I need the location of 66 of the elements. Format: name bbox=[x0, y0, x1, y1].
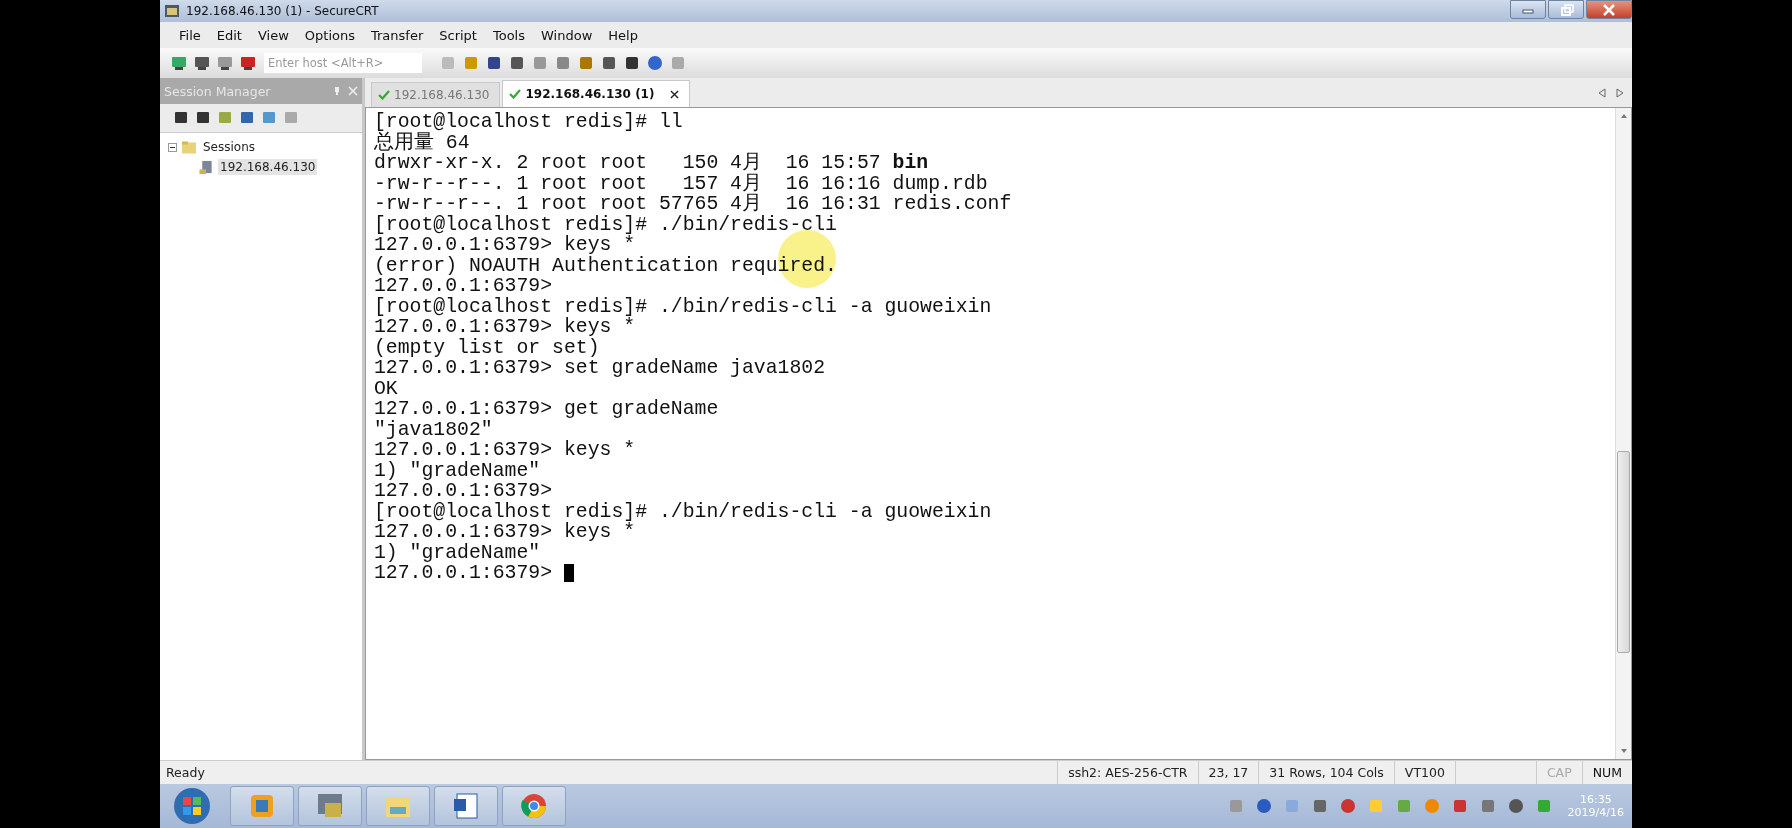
browser-icon bbox=[519, 791, 549, 821]
menu-item[interactable]: Edit bbox=[209, 25, 249, 45]
terminal-line: 127.0.0.1:6379> bbox=[374, 276, 553, 297]
taskbar-app-button[interactable] bbox=[502, 786, 566, 826]
check-icon bbox=[509, 89, 522, 99]
menu-item[interactable]: Transfer bbox=[364, 25, 431, 45]
text-cursor bbox=[563, 564, 574, 583]
menu-item[interactable]: File bbox=[172, 25, 208, 45]
taskbar-app-button[interactable] bbox=[230, 786, 294, 826]
session-tab[interactable]: 192.168.46.130 (1) bbox=[502, 80, 691, 107]
terminal[interactable] bbox=[366, 108, 1615, 759]
menu-item[interactable]: Tools bbox=[486, 25, 532, 45]
terminal-line: 1) "gradeName" bbox=[374, 460, 541, 481]
terminal-line: "java1802" bbox=[374, 419, 493, 440]
close-button[interactable] bbox=[1586, 0, 1632, 19]
scroll-thumb[interactable] bbox=[1617, 451, 1630, 653]
terminal-line: 127.0.0.1:6379> bbox=[374, 481, 553, 502]
tree-item[interactable]: Sessions bbox=[201, 139, 258, 155]
minimize-button[interactable] bbox=[1510, 0, 1546, 19]
tab-label: 192.168.46.130 (1) bbox=[525, 87, 655, 101]
terminal-line: [root@localhost redis]# ./bin/redis-cli bbox=[374, 214, 837, 235]
check-icon bbox=[378, 90, 390, 100]
terminal-line: drwxr-xr-x. 2 root root 150 4月 16 15:57 bin bbox=[374, 153, 929, 174]
panel-title: Session Manager bbox=[164, 83, 272, 99]
clock-time: 16:35 bbox=[1579, 793, 1612, 806]
menu-item[interactable]: Window bbox=[534, 25, 600, 45]
menu-item[interactable]: View bbox=[250, 25, 296, 45]
terminal-line: 127.0.0.1:6379> keys * bbox=[374, 235, 636, 256]
collapse-icon[interactable] bbox=[168, 142, 177, 152]
scrollbar[interactable] bbox=[1615, 108, 1631, 759]
clock-date: 2019/4/16 bbox=[1567, 806, 1624, 819]
tab-label: 192.168.46.130 bbox=[394, 88, 490, 102]
terminal-line: [root@localhost redis]# ll bbox=[374, 112, 683, 133]
taskbar-app-button[interactable] bbox=[298, 786, 362, 826]
terminal-line: (empty list or set) bbox=[374, 337, 600, 358]
terminal-line: [root@localhost redis]# ./bin/redis-cli -a guoweixin bbox=[374, 501, 992, 522]
up-arrow-icon[interactable] bbox=[1619, 113, 1628, 119]
menu-item[interactable]: Options bbox=[297, 25, 362, 45]
status-message: Ready bbox=[165, 765, 206, 780]
terminal-icon bbox=[164, 3, 180, 19]
down-arrow-icon[interactable] bbox=[1619, 748, 1628, 754]
terminal-line: 127.0.0.1:6379> keys * bbox=[374, 522, 636, 543]
left-arrow-icon[interactable] bbox=[1598, 87, 1606, 98]
start-button[interactable] bbox=[172, 786, 212, 826]
terminal-line: (error) NOAUTH Authentication required. bbox=[374, 255, 837, 276]
terminal-line: 127.0.0.1:6379> set gradeName java1802 bbox=[374, 358, 826, 379]
terminal-line: 总用量 64 bbox=[374, 132, 470, 153]
terminal-line: OK bbox=[374, 378, 398, 399]
terminal-line: 127.0.0.1:6379> get gradeName bbox=[374, 399, 719, 420]
terminal-line: -rw-r--r--. 1 root root 157 4月 16 16:16 dump.rdb bbox=[374, 173, 988, 194]
window-title: 192.168.46.130 (1) - SecureCRT bbox=[186, 4, 380, 18]
host-field[interactable]: Enter host <Alt+R> bbox=[264, 53, 422, 73]
right-arrow-icon[interactable] bbox=[1616, 87, 1624, 98]
terminal-line: 1) "gradeName" bbox=[374, 542, 541, 563]
menu-item[interactable]: Help bbox=[601, 25, 645, 45]
taskbar-app-button[interactable] bbox=[434, 786, 498, 826]
close-icon[interactable] bbox=[670, 89, 680, 99]
menu-item[interactable]: Script bbox=[432, 25, 484, 45]
terminal-line: 127.0.0.1:6379> bbox=[374, 563, 554, 584]
pin-icon[interactable] bbox=[332, 86, 342, 96]
restore-button[interactable] bbox=[1548, 0, 1584, 19]
terminal-line: 127.0.0.1:6379> keys * bbox=[374, 440, 636, 461]
terminal-line: -rw-r--r--. 1 root root 57765 4月 16 16:31 redis.conf bbox=[374, 194, 1012, 215]
terminal-line: [root@localhost redis]# ./bin/redis-cli -a guoweixin bbox=[374, 296, 992, 317]
terminal-line: 127.0.0.1:6379> keys * bbox=[374, 317, 636, 338]
tree-item[interactable]: 192.168.46.130 bbox=[218, 159, 318, 175]
